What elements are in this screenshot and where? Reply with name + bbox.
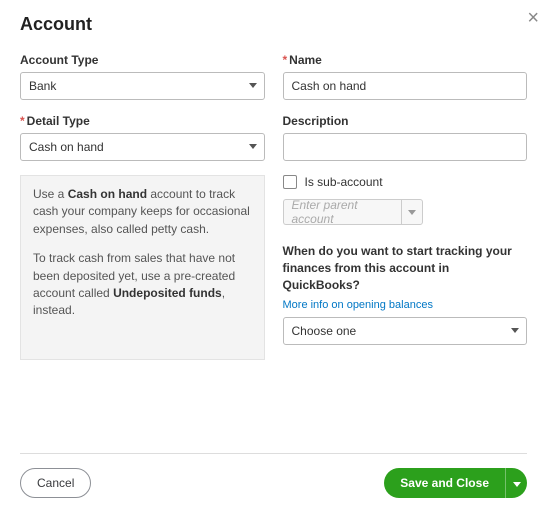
tracking-start-value: Choose one (283, 317, 528, 345)
help-bold: Undeposited funds (113, 286, 222, 300)
sub-account-label: Is sub-account (305, 175, 383, 189)
right-column: Name Description Is sub-account Enter pa… (283, 53, 528, 360)
close-icon[interactable]: × (527, 8, 539, 28)
opening-balance-info-link[interactable]: More info on opening balances (283, 299, 433, 311)
description-input[interactable] (283, 133, 528, 161)
tracking-start-select[interactable]: Choose one (283, 317, 528, 345)
save-dropdown-button[interactable] (505, 468, 527, 498)
left-column: Account Type Bank Detail Type Cash on ha… (20, 53, 265, 360)
sub-account-checkbox[interactable] (283, 175, 297, 189)
parent-account-dropdown-button[interactable] (401, 199, 423, 225)
detail-type-value: Cash on hand (20, 133, 265, 161)
dialog-footer: Cancel Save and Close (20, 453, 527, 498)
dialog-title: Account (20, 14, 527, 35)
detail-type-select[interactable]: Cash on hand (20, 133, 265, 161)
detail-type-label: Detail Type (20, 114, 265, 128)
account-type-select[interactable]: Bank (20, 72, 265, 100)
parent-account-select[interactable]: Enter parent account (283, 199, 423, 225)
caret-down-icon (513, 476, 521, 491)
save-and-close-button[interactable]: Save and Close (384, 468, 505, 498)
cancel-button[interactable]: Cancel (20, 468, 91, 498)
caret-down-icon (408, 205, 416, 219)
account-type-value: Bank (20, 72, 265, 100)
description-label: Description (283, 114, 528, 128)
parent-account-placeholder: Enter parent account (283, 199, 401, 225)
help-bold: Cash on hand (68, 187, 147, 201)
help-text: Use a (33, 187, 68, 201)
tracking-question: When do you want to start tracking your … (283, 243, 528, 293)
name-label: Name (283, 53, 528, 67)
name-input[interactable] (283, 72, 528, 100)
account-type-label: Account Type (20, 53, 265, 67)
detail-help-text: Use a Cash on hand account to track cash… (20, 175, 265, 360)
